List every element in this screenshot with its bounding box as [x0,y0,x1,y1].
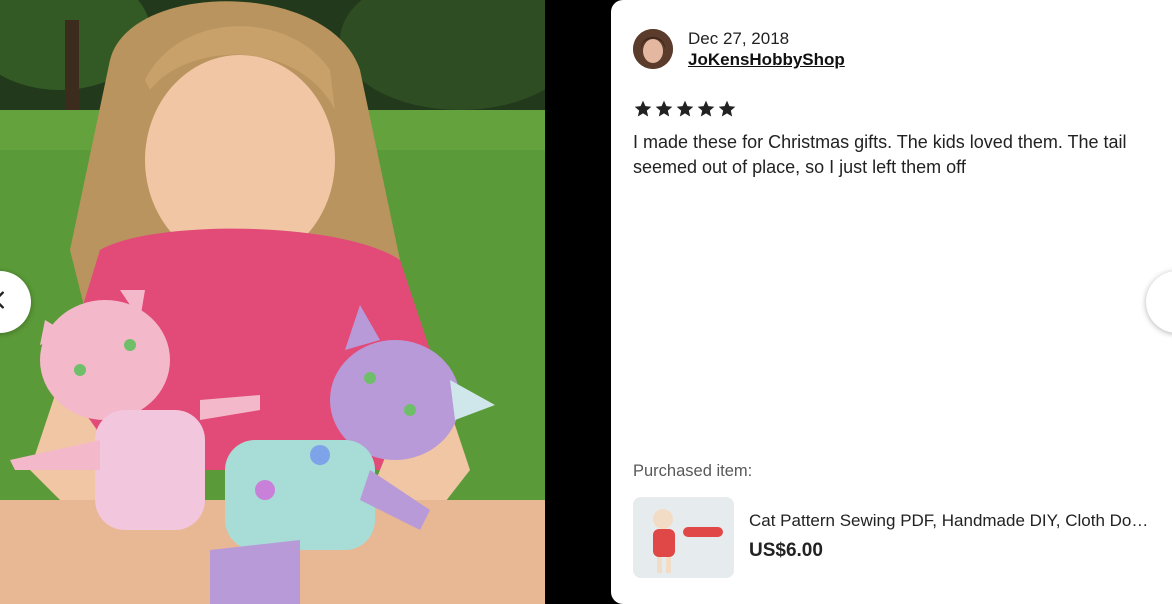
reviewer-name-link[interactable]: JoKensHobbyShop [688,50,845,70]
star-icon [718,100,736,117]
star-icon [697,100,715,117]
review-date: Dec 27, 2018 [688,29,790,48]
purchased-item-title-link[interactable]: Cat Pattern Sewing PDF, Handmade DIY, Cl… [749,511,1149,531]
avatar[interactable] [633,29,673,69]
purchased-item-price: US$6.00 [749,540,823,561]
chevron-left-icon [0,289,11,316]
chevron-right-icon [1166,289,1172,316]
star-icon [634,100,652,117]
review-text: I made these for Christmas gifts. The ki… [633,132,1127,177]
star-icon [676,100,694,117]
photo-backdrop [545,0,611,604]
star-rating [633,99,737,119]
purchased-item-thumbnail[interactable] [633,497,734,578]
purchased-item-label: Purchased item: [633,462,753,480]
review-panel: Dec 27, 2018 JoKensHobbyShop I made thes… [611,0,1172,604]
review-photo [0,0,545,604]
star-icon [655,100,673,117]
